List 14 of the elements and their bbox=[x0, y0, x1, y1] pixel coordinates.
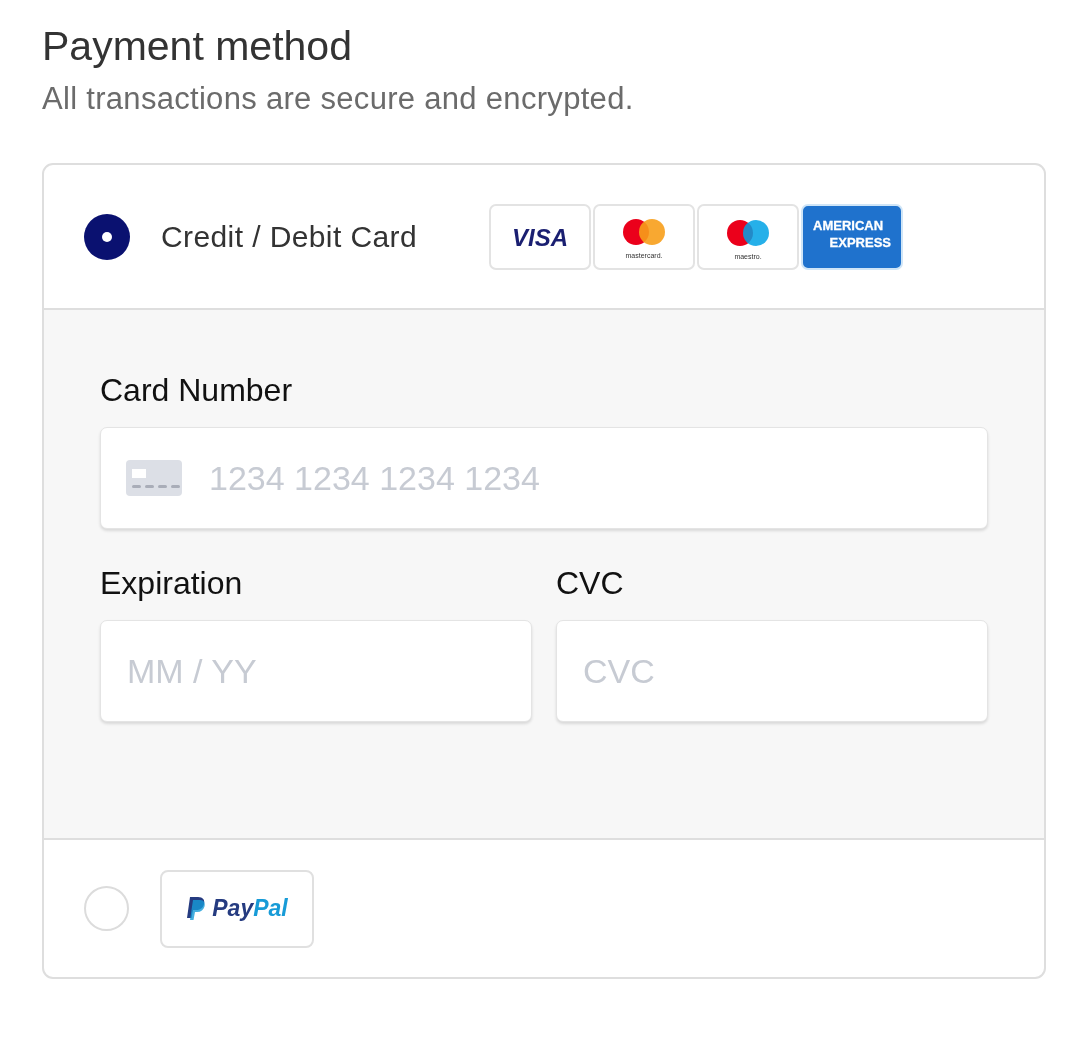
paypal-logo: PayPal bbox=[160, 869, 314, 948]
security-note: All transactions are secure and encrypted. bbox=[42, 81, 635, 118]
visa-logo: VISA bbox=[489, 203, 592, 270]
input-field[interactable]: 1234 1234 1234 1234 bbox=[100, 427, 988, 530]
field-label: CVC bbox=[556, 565, 625, 603]
input-field[interactable]: CVC bbox=[556, 620, 988, 723]
option-label: Credit / Debit Card bbox=[161, 219, 418, 254]
input-field[interactable]: MM / YY bbox=[100, 620, 532, 723]
field-label: Card Number bbox=[100, 372, 294, 410]
field-label: Expiration bbox=[100, 565, 244, 603]
amex-logo: AMERICAN EXPRESS bbox=[801, 203, 904, 270]
radio-button[interactable] bbox=[84, 213, 130, 260]
radio-button[interactable] bbox=[84, 886, 129, 932]
section-title: Payment method bbox=[42, 22, 353, 71]
